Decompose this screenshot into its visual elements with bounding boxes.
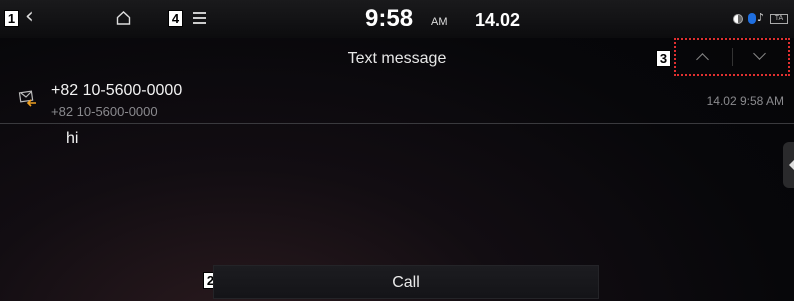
menu-icon[interactable]	[193, 12, 206, 27]
message-timestamp: 14.02 9:58 AM	[706, 94, 784, 108]
clock: 9:58	[365, 5, 414, 32]
title-bar: Text message 3	[0, 38, 794, 78]
next-message-button[interactable]	[733, 40, 789, 74]
text-message-screen: 1 ‹ 4 9:58 AM 14.02 ♪ TA Text message 3	[0, 0, 794, 301]
date: 14.02	[475, 10, 521, 30]
bluetooth-icon	[748, 13, 756, 24]
chevron-up-icon	[696, 53, 709, 66]
music-note-icon: ♪	[757, 11, 765, 24]
sender-name: +82 10-5600-0000	[51, 82, 183, 99]
message-nav-group	[674, 38, 790, 76]
callout-3: 3	[656, 50, 671, 67]
sender-number: +82 10-5600-0000	[51, 104, 158, 119]
callout-1: 1	[4, 10, 19, 27]
status-bar: 1 ‹ 4 9:58 AM 14.02 ♪ TA	[0, 0, 794, 38]
back-icon[interactable]: ‹	[25, 6, 34, 28]
ta-badge: TA	[770, 14, 788, 24]
chevron-left-icon	[789, 160, 794, 170]
callout-4: 4	[168, 10, 183, 27]
side-panel-handle[interactable]	[783, 142, 794, 188]
received-message-icon	[18, 87, 38, 112]
dnd-moon-icon	[733, 14, 743, 24]
message-body: hi	[66, 130, 79, 147]
previous-message-button[interactable]	[676, 40, 732, 74]
call-button-label: Call	[392, 274, 420, 291]
chevron-down-icon	[753, 47, 766, 60]
message-header: +82 10-5600-0000 +82 10-5600-0000 14.02 …	[0, 78, 794, 124]
clock-ampm: AM	[431, 16, 448, 28]
home-icon[interactable]	[116, 11, 131, 30]
call-button[interactable]: Call	[213, 265, 599, 299]
